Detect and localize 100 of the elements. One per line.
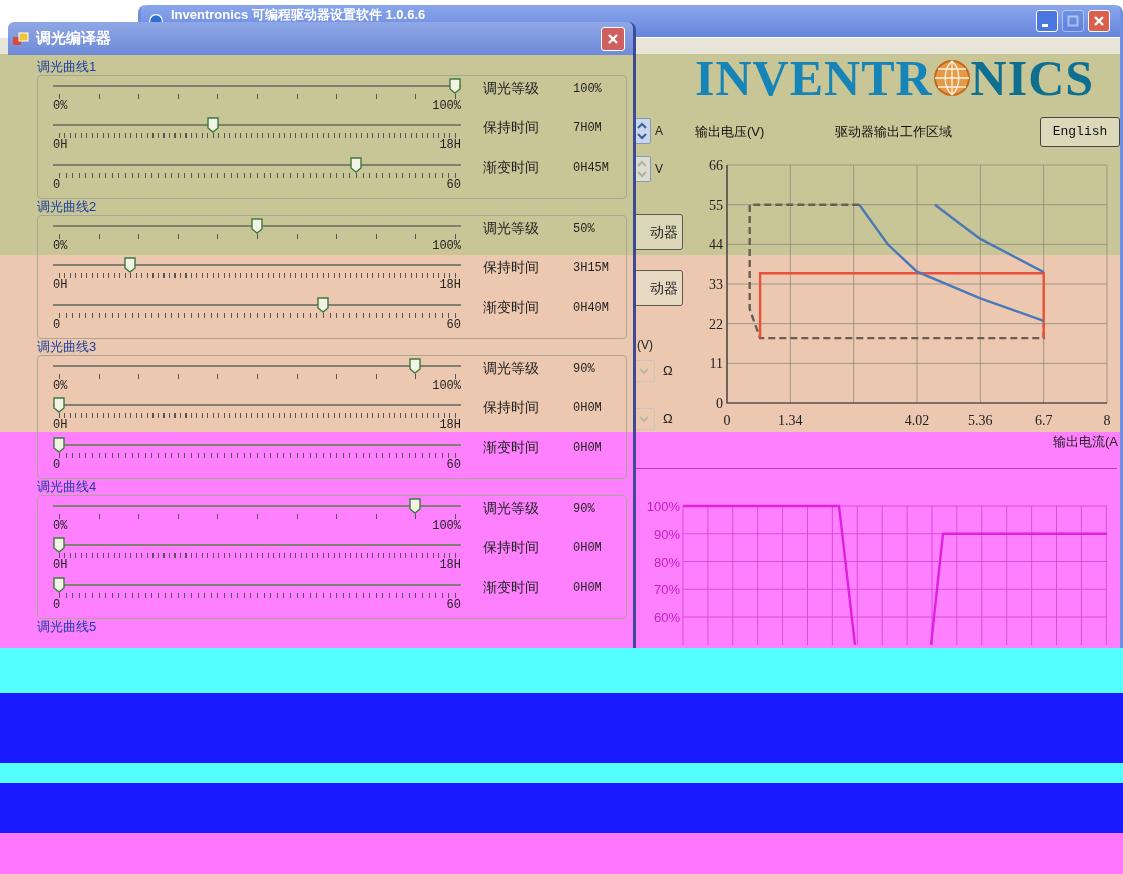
setting-label: 调光等级 <box>483 359 540 378</box>
scale-label: 0 <box>53 457 61 472</box>
setting-label: 渐变时间 <box>483 297 540 317</box>
language-button[interactable]: English <box>1040 117 1120 147</box>
group-title: 调光曲线5 <box>37 619 98 635</box>
setting-label: 保持时间 <box>483 258 540 278</box>
globe-icon <box>932 59 971 97</box>
setting-label: 调光等级 <box>483 79 540 98</box>
setting-value: 90% <box>573 361 595 378</box>
action-button[interactable]: 动器 <box>633 214 683 250</box>
scale-label: 0H <box>53 558 68 573</box>
scale-label: 0 <box>53 597 61 612</box>
window-icon <box>12 30 30 47</box>
setting-value: 0H0M <box>573 540 602 558</box>
group-title: 调光曲线1 <box>37 59 98 75</box>
setting-value: 100% <box>573 81 602 98</box>
tick-label: 11 <box>709 356 723 372</box>
tick-label: 44 <box>709 237 723 253</box>
slider-thumb[interactable] <box>124 257 137 274</box>
slider-thumb[interactable] <box>53 397 65 414</box>
setting-value: 0H45M <box>573 159 609 177</box>
slider-thumb[interactable] <box>207 117 220 134</box>
up-down-arrows-icon <box>637 121 647 141</box>
close-button[interactable] <box>601 26 625 51</box>
tick-label: 100% <box>646 499 680 514</box>
slider-thumb[interactable] <box>317 296 330 313</box>
scale-label: 0H <box>53 418 68 433</box>
axis-title: 输出电流(A <box>1053 434 1118 449</box>
tick-label: 8 <box>1103 413 1111 428</box>
tick-label: 90% <box>653 526 680 542</box>
unit-label: A <box>655 123 663 140</box>
scale-label: 60 <box>446 457 461 472</box>
scale-label: 0 <box>53 177 61 192</box>
setting-label: 渐变时间 <box>483 157 540 177</box>
slider-thumb[interactable] <box>53 436 65 453</box>
logo-text: INVENTR <box>695 53 933 103</box>
scale-label: 0 <box>53 317 61 332</box>
slider-thumb[interactable] <box>409 498 422 514</box>
setting-value: 0H0M <box>573 400 602 418</box>
slider-thumb[interactable] <box>53 537 65 554</box>
window-title: 调光编译器 <box>36 28 111 49</box>
close-icon <box>607 32 619 45</box>
slider-thumb[interactable] <box>251 218 263 234</box>
tick-label: 70% <box>653 582 680 598</box>
tick-label: 60% <box>653 610 680 625</box>
slider-thumb[interactable] <box>53 576 65 593</box>
setting-value: 7H0M <box>573 120 602 138</box>
up-down-arrows-icon <box>637 159 647 179</box>
tick-label: 1.34 <box>778 413 803 428</box>
group-title: 调光曲线2 <box>37 199 98 215</box>
setting-label: 渐变时间 <box>483 577 540 597</box>
maximize-icon <box>1067 15 1079 27</box>
logo-text: NICS <box>970 53 1095 103</box>
setting-value: 0H40M <box>573 299 609 317</box>
scale-label: 18H <box>439 278 461 293</box>
scale-label: 0H <box>53 138 68 153</box>
tick-label: 4.02 <box>904 413 930 428</box>
scale-label: 100% <box>432 379 461 393</box>
scale-label: 0% <box>53 519 68 533</box>
setting-label: 保持时间 <box>483 118 540 138</box>
scale-label: 18H <box>439 138 461 153</box>
tick-label: 66 <box>709 158 723 173</box>
unit-label: V <box>655 161 663 178</box>
tick-label: 33 <box>709 277 723 292</box>
setting-label: 保持时间 <box>483 538 540 558</box>
chart-title: 驱动器输出工作区域 <box>835 123 952 142</box>
setting-value: 3H15M <box>573 260 609 278</box>
slider-thumb[interactable] <box>350 156 362 173</box>
chevron-down-icon <box>639 415 649 423</box>
setting-value: 0H0M <box>573 439 602 457</box>
tick-label: 0 <box>716 396 723 411</box>
tick-label: 6.7 <box>1034 413 1053 428</box>
slider-thumb[interactable] <box>409 358 422 374</box>
scale-label: 0H <box>53 278 68 293</box>
unit-label: Ω <box>663 410 673 429</box>
window-title: Inventronics 可编程驱动器设置软件 1.0.6.6 <box>171 7 426 23</box>
tick-label: 5.36 <box>968 413 993 428</box>
group-title: 调光曲线3 <box>37 339 98 355</box>
scale-label: 18H <box>439 558 461 573</box>
scale-label: 60 <box>446 317 461 332</box>
setting-value: 50% <box>573 221 595 238</box>
scale-label: 18H <box>439 418 461 433</box>
scale-label: 0% <box>53 99 68 113</box>
setting-label: 调光等级 <box>483 499 540 518</box>
tick-label: 0 <box>723 413 731 428</box>
scale-label: 100% <box>432 519 461 533</box>
close-icon <box>1093 15 1105 27</box>
close-button[interactable] <box>1088 10 1110 32</box>
unit-label: Ω <box>663 362 673 381</box>
action-button[interactable]: 动器 <box>633 270 683 306</box>
scale-label: 100% <box>432 239 461 253</box>
tick-label: 22 <box>709 316 723 332</box>
scale-label: 100% <box>432 99 461 113</box>
minimize-button[interactable] <box>1036 10 1058 32</box>
group-label: (V) <box>636 337 654 352</box>
setting-value: 90% <box>573 501 595 518</box>
tick-label: 55 <box>709 197 723 213</box>
scale-label: 0% <box>53 379 68 393</box>
slider-thumb[interactable] <box>449 78 461 94</box>
chevron-down-icon <box>639 367 649 375</box>
